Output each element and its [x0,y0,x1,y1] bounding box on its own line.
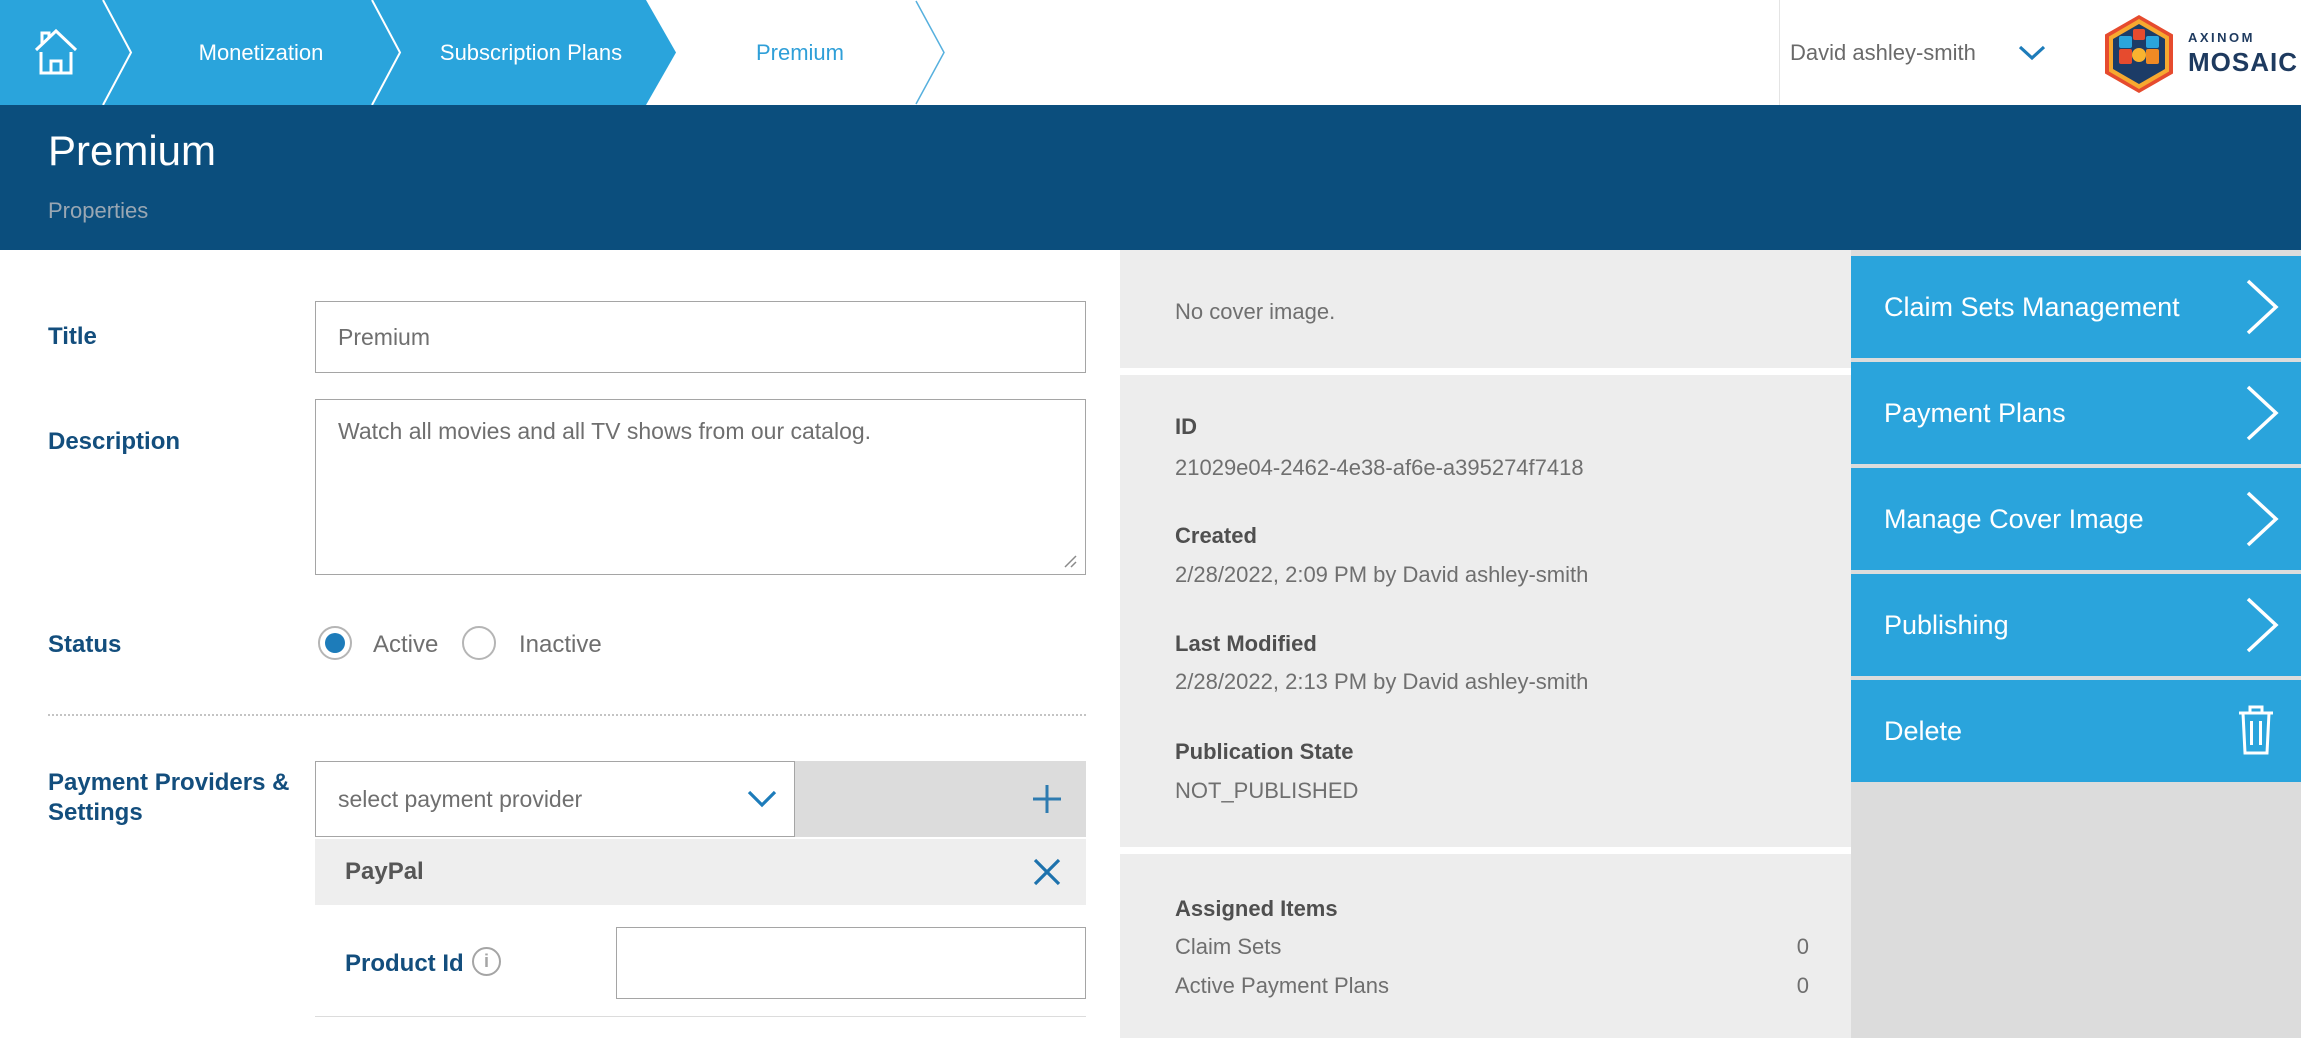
assigned-row-label: Active Payment Plans [1175,973,1389,999]
product-id-label: Product Id [345,950,464,978]
topbar-divider [1779,0,1780,105]
status-field-label: Status [48,631,121,659]
chevron-right-icon [2245,384,2279,442]
action-button-label: Manage Cover Image [1884,504,2245,535]
payment-provider-select[interactable]: select payment provider [315,761,795,837]
info-icon[interactable]: i [472,947,501,976]
radio-selected-dot [325,633,345,653]
payment-plans-button[interactable]: Payment Plans [1851,362,2301,464]
status-active-label[interactable]: Active [373,631,438,659]
breadcrumb-label: Subscription Plans [440,40,622,66]
last-modified-label: Last Modified [1175,631,1317,657]
id-value: 21029e04-2462-4e38-af6e-a395274f7418 [1175,455,1584,481]
title-field-label: Title [48,323,97,351]
select-placeholder: select payment provider [338,786,746,813]
payment-providers-label: Payment Providers & Settings [48,768,298,828]
user-name: David ashley-smith [1790,40,1976,66]
chevron-down-icon [2018,45,2046,61]
brand-name-top: AXINOM [2188,30,2298,45]
top-nav: Monetization Subscription Plans Premium … [0,0,2301,105]
resize-grip-icon[interactable] [1062,553,1078,569]
description-textarea[interactable]: Watch all movies and all TV shows from o… [315,399,1086,575]
home-icon [32,25,80,80]
panel-divider [1120,847,1851,854]
page-subtitle: Properties [48,198,148,224]
status-radio-inactive[interactable] [462,626,496,660]
cover-image-status: No cover image. [1175,299,1335,325]
chevron-down-icon [746,790,778,808]
publishing-button[interactable]: Publishing [1851,574,2301,676]
action-button-label: Claim Sets Management [1884,292,2245,323]
action-button-label: Delete [1884,716,2233,747]
mosaic-hexagon-icon [2105,15,2173,93]
publication-state-label: Publication State [1175,739,1353,765]
id-label: ID [1175,414,1197,440]
page-header: Premium Properties [0,105,2301,250]
page-title: Premium [48,127,216,175]
action-button-label: Payment Plans [1884,398,2245,429]
brand-logo: AXINOM MOSAIC [2105,13,2298,95]
assigned-row-count: 0 [1700,973,1809,999]
chevron-right-icon [2245,278,2279,336]
last-modified-value: 2/28/2022, 2:13 PM by David ashley-smith [1175,669,1588,695]
breadcrumb-item-monetization[interactable]: Monetization [146,0,376,105]
breadcrumb-label: Premium [756,40,844,66]
home-breadcrumb-button[interactable] [32,25,80,80]
product-id-input[interactable] [616,927,1086,999]
description-field-label: Description [48,428,180,456]
status-radio-active[interactable] [318,626,352,660]
breadcrumb-item-subscription-plans[interactable]: Subscription Plans [391,0,671,105]
chevron-right-icon [2245,596,2279,654]
info-glyph: i [484,951,489,972]
title-input[interactable] [315,301,1086,373]
claim-sets-management-button[interactable]: Claim Sets Management [1851,256,2301,358]
created-value: 2/28/2022, 2:09 PM by David ashley-smith [1175,562,1588,588]
status-inactive-label[interactable]: Inactive [519,631,602,659]
plus-icon[interactable] [1032,784,1062,814]
action-button-label: Publishing [1884,610,2245,641]
provider-row-paypal [315,839,1086,905]
manage-cover-image-button[interactable]: Manage Cover Image [1851,468,2301,570]
section-divider [48,714,1086,716]
app-root: Monetization Subscription Plans Premium … [0,0,2301,1038]
chevron-right-icon [2245,490,2279,548]
publication-state-value: NOT_PUBLISHED [1175,778,1358,804]
provider-name: PayPal [345,839,424,905]
assigned-row-label: Claim Sets [1175,934,1281,960]
assigned-items-label: Assigned Items [1175,896,1338,922]
assigned-row-count: 0 [1700,934,1809,960]
delete-button[interactable]: Delete [1851,680,2301,782]
trash-icon [2233,704,2279,758]
breadcrumb-item-premium-current: Premium [695,0,905,105]
remove-provider-x-icon[interactable] [1033,858,1061,886]
panel-divider [1120,368,1851,375]
breadcrumb-label: Monetization [199,40,324,66]
user-menu[interactable]: David ashley-smith [1790,0,2050,105]
created-label: Created [1175,523,1257,549]
brand-name-bottom: MOSAIC [2188,47,2298,78]
form-bottom-divider [315,1016,1086,1017]
